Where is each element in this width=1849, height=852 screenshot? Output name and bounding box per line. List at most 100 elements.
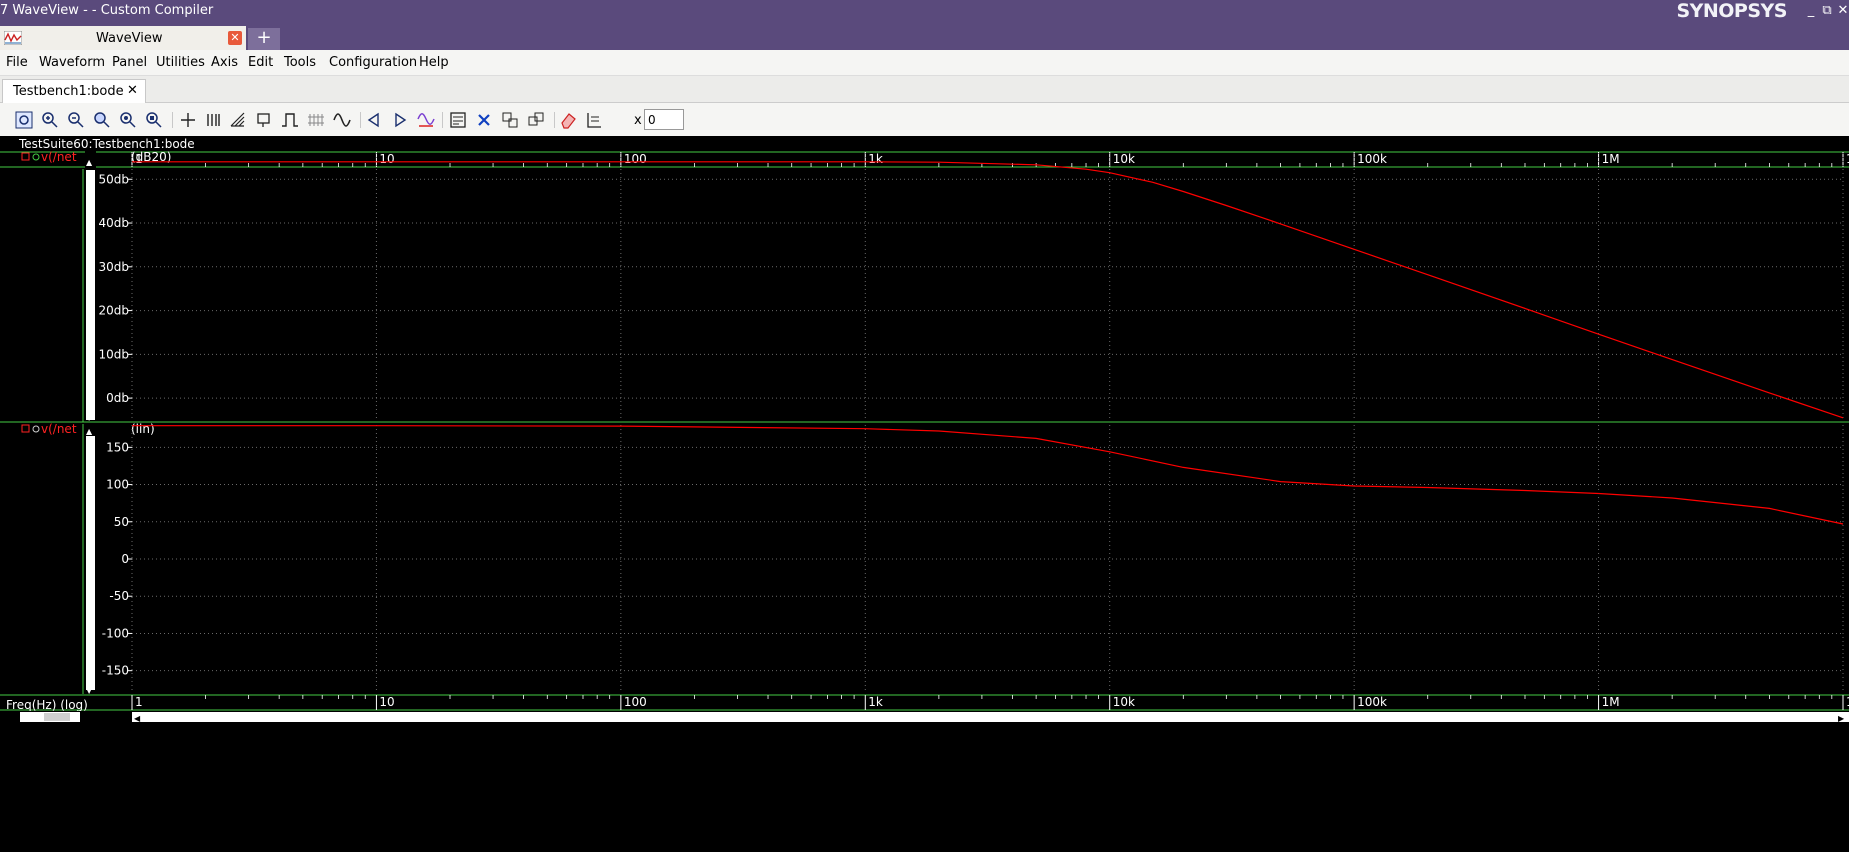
link-icon[interactable] [526,110,546,130]
toolbar-separator [172,112,173,128]
scroll-up-arrow[interactable]: ▲ [86,158,93,167]
x-tick-label: 100k [1357,152,1387,166]
scroll-down-arrow[interactable]: ▼ [86,686,93,695]
eraser-icon[interactable] [558,110,578,130]
window-title: 7 WaveView - - Custom Compiler [0,3,214,18]
menu-file[interactable]: File [6,55,28,70]
y-tick-label: 0db [106,391,129,405]
toolbar-separator [442,112,443,128]
app-tab-strip: WaveView ✕ + [0,24,1849,50]
x-tick-label: 1M [1602,152,1620,166]
menu-panel[interactable]: Panel [112,55,147,70]
app-tab-waveview[interactable]: WaveView ✕ [0,26,246,50]
menu-help[interactable]: Help [419,55,449,70]
signal-label[interactable]: v(/net [41,150,77,164]
step-left-icon[interactable] [364,110,384,130]
axis-settings-icon[interactable] [584,110,604,130]
y-tick-label: -50 [109,589,129,603]
horizontal-scrollbar[interactable] [132,712,1849,722]
menu-waveform[interactable]: Waveform [39,55,105,70]
scale-label: (lin) [131,422,155,436]
magnitude-y-axis: 50db 40db 30db 20db 10db 0db [98,172,132,405]
x-tick-label: 1k [868,152,883,166]
y-tick-label: 50 [114,515,129,529]
delete-icon[interactable] [474,110,494,130]
minimize-button[interactable]: _ [1803,3,1819,18]
window-title-bar: 7 WaveView - - Custom Compiler SYNOPSYS … [0,0,1849,24]
scroll-left-arrow[interactable]: ◀ [134,714,141,723]
sine-icon[interactable] [332,110,352,130]
waveform-canvas: TestSuite60:Testbench1:bode 1 10 100 1k 10k 1… [0,136,1849,723]
x-tick-label: 1 [135,695,143,709]
zoom-x-icon[interactable] [92,110,112,130]
y-tick-label: 40db [98,216,129,230]
x-value-label: x [634,113,642,128]
x-tick-label: 1M [1602,695,1620,709]
close-window-button[interactable]: ✕ [1835,3,1849,18]
scrollbar-track[interactable] [86,436,95,690]
restore-button[interactable]: ⧉ [1819,3,1835,18]
menu-bar: File Waveform Panel Utilities Axis Edit … [0,50,1849,76]
y-tick-label: 10db [98,347,129,361]
scroll-down-arrow[interactable]: ▼ [86,413,93,422]
signal-visible-icon[interactable] [32,153,40,161]
scroll-up-arrow[interactable]: ▲ [86,427,93,436]
cursor-cross-icon[interactable] [178,110,198,130]
document-tab-label: Testbench1:bode [13,84,124,99]
menu-tools[interactable]: Tools [284,55,316,70]
toolbar-separator [554,112,555,128]
panel-title-bar [0,136,1849,152]
y-tick-label: 100 [106,478,129,492]
phase-trace[interactable] [132,425,1844,525]
x-value-input[interactable] [644,109,684,130]
scrollbar-track[interactable] [86,170,95,420]
zoom-y-icon[interactable] [118,110,138,130]
x-tick-label: 1k [868,695,883,709]
panel-title: TestSuite60:Testbench1:bode [18,137,195,151]
magnitude-trace[interactable] [132,161,1844,419]
panel-icon[interactable] [448,110,468,130]
x-tick-label: 100 [624,695,647,709]
close-tab-icon[interactable]: ✕ [228,31,242,45]
menu-utilities[interactable]: Utilities [156,55,205,70]
phase-y-axis: 150 100 50 0 -50 -100 -150 [102,440,132,678]
measure-icon[interactable] [228,110,248,130]
x-tick-label: 10 [379,695,394,709]
new-tab-button[interactable]: + [248,28,280,50]
menu-axis[interactable]: Axis [211,55,238,70]
menu-edit[interactable]: Edit [248,55,273,70]
y-tick-label: 50db [98,172,129,186]
synopsys-logo: SYNOPSYS [1676,0,1787,22]
x-tick-label: 100 [624,152,647,166]
zoom-fit-icon[interactable] [14,110,34,130]
zoom-in-icon[interactable] [40,110,60,130]
grid-icon[interactable] [306,110,326,130]
pulse-icon[interactable] [280,110,300,130]
menu-configuration[interactable]: Configuration [329,55,417,70]
step-right-icon[interactable] [390,110,410,130]
y-tick-label: 30db [98,260,129,274]
signal-checkbox-icon[interactable] [21,152,30,161]
document-tab-bar: Testbench1:bode ✕ [0,76,1849,103]
scroll-right-arrow[interactable]: ▶ [1838,714,1845,723]
zoom-area-icon[interactable] [144,110,164,130]
columns-icon[interactable] [203,110,223,130]
waveform-color-icon[interactable] [416,110,436,130]
toolbar-separator [360,112,361,128]
tab-testbench1-bode[interactable]: Testbench1:bode ✕ [2,79,146,103]
signal-label[interactable]: v(/net [41,422,77,436]
top-x-axis: 1101001k10k100k1M10M [131,152,1849,167]
copy-icon[interactable] [500,110,520,130]
y-tick-label: -100 [102,626,129,640]
y-tick-label: 0 [121,552,129,566]
y-tick-label: -150 [102,664,129,678]
waveview-app-icon [4,31,22,45]
marker-icon[interactable] [254,110,274,130]
scroll-thumb[interactable] [44,713,70,721]
phase-grid [131,425,1844,693]
zoom-out-icon[interactable] [66,110,86,130]
magnitude-grid [131,153,1844,420]
close-document-icon[interactable]: ✕ [127,83,138,98]
x-tick-label: 10k [1113,152,1135,166]
app-tab-label: WaveView [96,31,163,46]
